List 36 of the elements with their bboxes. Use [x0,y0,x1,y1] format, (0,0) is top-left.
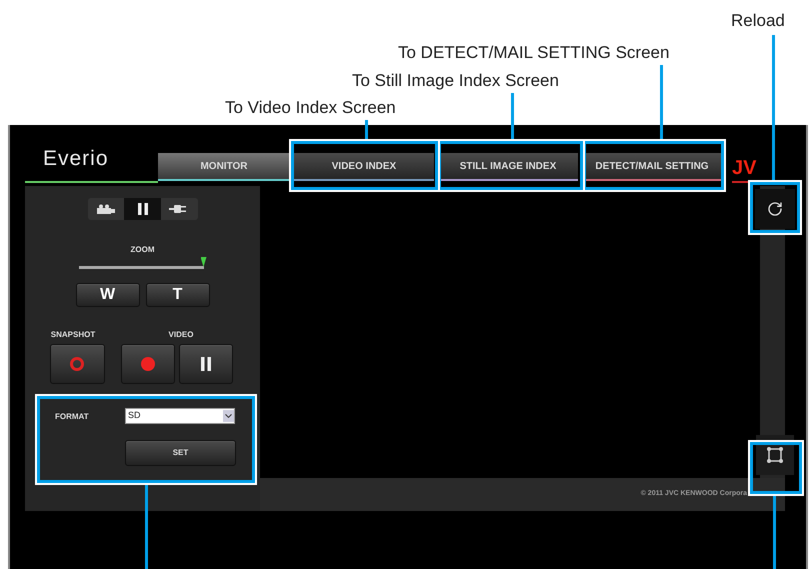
nav-tab[interactable]: STILL IMAGE INDEX [438,153,578,181]
zoom-label: ZOOM [130,244,154,256]
zoom-button[interactable]: W [76,283,140,307]
dropdown-icon [223,410,234,422]
nav-tab[interactable]: MONITOR [158,153,290,181]
callout-label: Reload [731,10,785,32]
reload-icon [767,201,783,217]
pause-button[interactable] [179,344,233,384]
pause-icon [136,203,148,215]
fullscreen-icon [766,446,784,464]
mode-option[interactable] [124,198,161,220]
pause-icon [200,357,212,371]
video-label: VIDEO [168,329,194,341]
set-button[interactable]: SET [125,440,236,466]
leader-line [511,93,514,142]
snapshot-label: SNAPSHOT [50,329,96,341]
zoom-slider[interactable] [78,257,206,269]
reload-button[interactable] [755,189,795,229]
leader-line [365,120,368,142]
snapshot-button[interactable] [50,344,104,384]
record-icon [141,357,155,371]
callout-frame [750,182,800,233]
callout-frame [750,442,802,494]
nav-tab[interactable]: VIDEO INDEX [294,153,434,181]
select-value: SD [127,409,142,422]
camcorder-icon [96,204,115,214]
format-select[interactable]: SD [125,408,235,424]
record-button[interactable] [121,344,175,384]
callout-label: To Video Index Screen [225,97,396,119]
shutter-icon [70,357,84,371]
callout-label: To Still Image Index Screen [352,70,559,92]
mode-switch[interactable] [88,198,198,220]
zoom-thumb[interactable] [200,257,206,267]
callout-label: To DETECT/MAIL SETTING Screen [398,42,670,64]
format-label: FORMAT [55,411,90,423]
zoom-button[interactable]: T [146,283,210,307]
